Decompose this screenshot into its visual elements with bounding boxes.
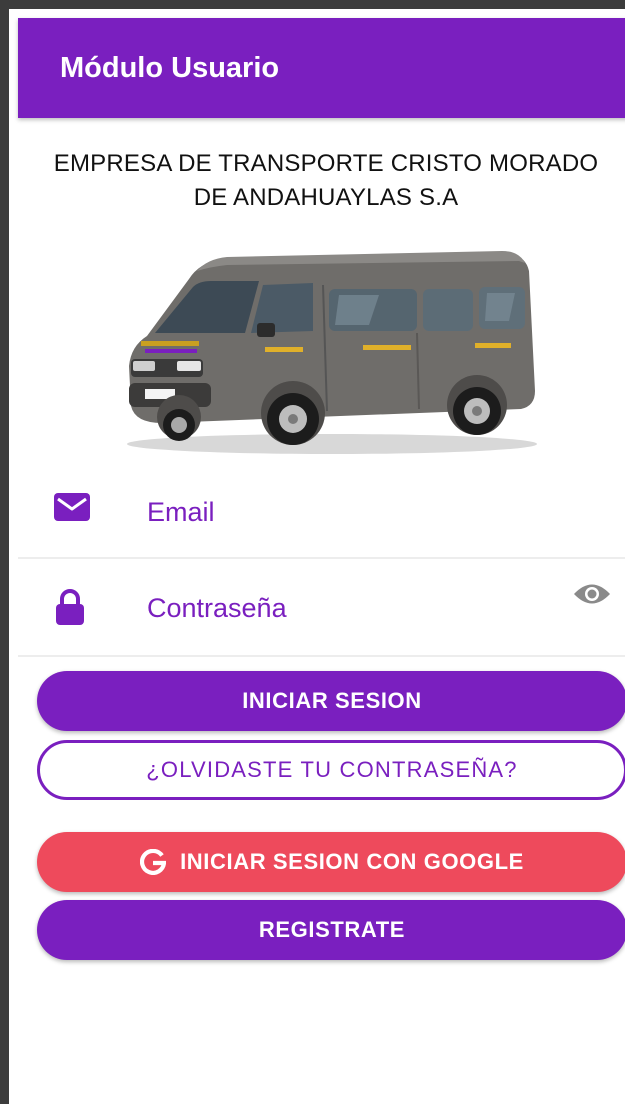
lock-icon xyxy=(54,589,86,630)
app-bar-title: Módulo Usuario xyxy=(60,52,280,84)
google-login-label: INICIAR SESION CON GOOGLE xyxy=(180,849,524,874)
company-name-line1: EMPRESA DE TRANSPORTE CRISTO MORADO xyxy=(53,150,599,177)
login-button[interactable]: INICIAR SESION xyxy=(37,671,625,731)
app-bar: Módulo Usuario xyxy=(18,18,625,118)
register-button-label: REGISTRATE xyxy=(258,917,406,942)
eye-icon[interactable] xyxy=(572,581,612,612)
van-image xyxy=(117,241,547,461)
google-icon xyxy=(140,849,167,875)
register-button[interactable]: REGISTRATE xyxy=(37,900,625,960)
login-button-label: INICIAR SESION xyxy=(242,688,422,713)
email-icon xyxy=(54,493,90,526)
password-field[interactable]: Contraseña xyxy=(18,559,625,657)
company-name-line2: DE ANDAHUAYLAS S.A xyxy=(193,184,459,211)
google-login-button[interactable]: INICIAR SESION CON GOOGLE xyxy=(37,832,625,892)
email-placeholder: Email xyxy=(147,497,215,527)
company-name: EMPRESA DE TRANSPORTE CRISTO MORADO DE A… xyxy=(18,147,625,215)
password-placeholder: Contraseña xyxy=(147,593,287,623)
van-illustration xyxy=(127,251,537,454)
app-screen: Módulo Usuario EMPRESA DE TRANSPORTE CRI… xyxy=(0,0,625,1104)
email-field[interactable]: Email xyxy=(18,461,625,559)
forgot-password-label: ¿OLVIDASTE TU CONTRASEÑA? xyxy=(146,757,518,782)
forgot-password-button[interactable]: ¿OLVIDASTE TU CONTRASEÑA? xyxy=(37,740,625,800)
